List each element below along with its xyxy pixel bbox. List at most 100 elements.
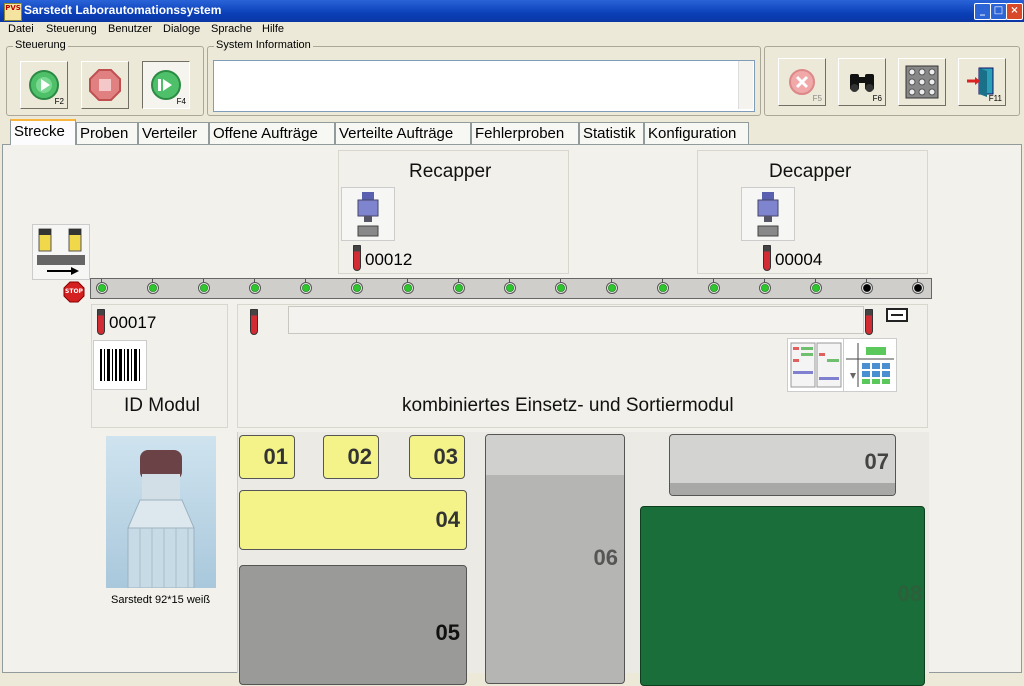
recapper-title: Recapper: [409, 161, 492, 182]
tube-photo: [106, 436, 216, 589]
rack-view-button[interactable]: [898, 58, 946, 106]
sysinfo-scrollbar[interactable]: [738, 61, 753, 109]
tab-strecke[interactable]: Strecke: [10, 119, 76, 145]
slot-06[interactable]: 06: [485, 434, 625, 684]
cancel-button[interactable]: F5: [778, 58, 826, 106]
cancel-key-label: F5: [812, 94, 822, 103]
conveyor-station-2[interactable]: [147, 282, 159, 294]
conveyor-station-3[interactable]: [198, 282, 210, 294]
menu-benutzer[interactable]: Benutzer: [108, 23, 152, 35]
start-key-label: F2: [54, 97, 64, 106]
slot-02[interactable]: 02: [323, 435, 379, 479]
tab-verteilte-auftraege[interactable]: Verteilte Aufträge: [335, 122, 471, 144]
start-button[interactable]: F2: [20, 61, 68, 109]
menu-bar: [0, 22, 1024, 38]
slot-07-label: 07: [864, 449, 889, 474]
sysinfo-textarea[interactable]: [213, 60, 755, 112]
sort-modul-gripper-icon[interactable]: [885, 307, 909, 323]
slot-05-label: 05: [435, 620, 460, 645]
stop-sign-text: STOP: [65, 288, 83, 295]
window-title: Sarstedt Laborautomationssystem: [24, 3, 222, 17]
barcode-reader[interactable]: [93, 340, 147, 390]
slot-05[interactable]: 05: [239, 565, 467, 685]
sort-modul-track: [288, 306, 864, 334]
tab-offene-auftraege[interactable]: Offene Aufträge: [209, 122, 335, 144]
stop-button[interactable]: [81, 61, 129, 109]
decapper-title: Decapper: [769, 161, 852, 182]
conveyor-station-1[interactable]: [96, 282, 108, 294]
menu-hilfe[interactable]: Hilfe: [262, 23, 284, 35]
menu-steuerung[interactable]: Steuerung: [46, 23, 97, 35]
tube-cap-image: [127, 450, 195, 589]
conveyor-station-16[interactable]: [861, 282, 873, 294]
conveyor-station-6[interactable]: [351, 282, 363, 294]
conveyor-station-10[interactable]: [555, 282, 567, 294]
id-modul-tube-icon: [97, 309, 105, 335]
search-key-label: F6: [872, 94, 882, 103]
conveyor-station-5[interactable]: [300, 282, 312, 294]
slot-03-label: 03: [433, 444, 458, 469]
sysinfo-label: System Information: [214, 39, 313, 51]
slot-01[interactable]: 01: [239, 435, 295, 479]
slot-04-label: 04: [435, 507, 460, 532]
conveyor-station-14[interactable]: [759, 282, 771, 294]
minimize-button[interactable]: _: [974, 3, 991, 20]
recapper-tube-icon: [353, 245, 361, 271]
slot-06-label: 06: [593, 545, 618, 570]
tab-fehlerproben[interactable]: Fehlerproben: [471, 122, 579, 144]
tab-proben[interactable]: Proben: [76, 122, 138, 144]
rack-grid-icon: [905, 65, 939, 99]
tab-verteiler[interactable]: Verteiler: [138, 122, 209, 144]
conveyor-station-9[interactable]: [504, 282, 516, 294]
sort-modul-tube-right: [865, 309, 873, 335]
stop-octagon-icon: [89, 69, 121, 101]
conveyor-station-17[interactable]: [912, 282, 924, 294]
exit-button[interactable]: F11: [958, 58, 1006, 106]
sort-list-icon[interactable]: [787, 338, 845, 392]
id-modul-title: ID Modul: [124, 395, 201, 416]
conveyor-station-15[interactable]: [810, 282, 822, 294]
menu-datei[interactable]: Datei: [8, 23, 34, 35]
conveyor-station-7[interactable]: [402, 282, 414, 294]
id-modul-tube-id: 00017: [109, 313, 157, 332]
slot-04[interactable]: 04: [239, 490, 467, 550]
decapper-station[interactable]: [741, 187, 795, 241]
recapper-tube-id: 00012: [365, 250, 413, 269]
maximize-button[interactable]: □: [990, 3, 1007, 20]
slot-07-fill: [670, 483, 895, 495]
slot-02-label: 02: [347, 444, 372, 469]
capper-icon: [357, 192, 379, 237]
recapper-station[interactable]: [341, 187, 395, 241]
tube-rack-icon: [37, 228, 85, 275]
slot-08[interactable]: 08: [640, 506, 925, 686]
menu-dialoge[interactable]: Dialoge: [163, 23, 200, 35]
conveyor-station-11[interactable]: [606, 282, 618, 294]
sort-modul-tube-left: [250, 309, 258, 335]
search-button[interactable]: F6: [838, 58, 886, 106]
tube-type-caption: Sarstedt 92*15 weiß: [111, 594, 211, 606]
slot-06-empty-part: [486, 435, 624, 475]
slot-01-label: 01: [263, 444, 288, 469]
decapper-icon: [757, 192, 779, 237]
slot-03[interactable]: 03: [409, 435, 465, 479]
sort-rack-icon[interactable]: [843, 338, 897, 392]
decapper-tube-id: 00004: [775, 250, 823, 269]
conveyor-station-8[interactable]: [453, 282, 465, 294]
stop-sign-icon[interactable]: STOP: [63, 281, 85, 303]
barcode-icon: [100, 349, 140, 381]
menu-sprache[interactable]: Sprache: [211, 23, 252, 35]
conveyor-station-4[interactable]: [249, 282, 261, 294]
slot-08-label: 08: [897, 581, 922, 606]
conveyor-station-13[interactable]: [708, 282, 720, 294]
close-button[interactable]: ×: [1006, 3, 1023, 20]
decapper-tube-icon: [763, 245, 771, 271]
slot-07[interactable]: 07: [669, 434, 896, 496]
steuerung-label: Steuerung: [13, 39, 68, 51]
tab-konfiguration[interactable]: Konfiguration: [644, 122, 749, 144]
step-button[interactable]: F4: [142, 61, 190, 109]
input-module[interactable]: [32, 224, 90, 280]
exit-key-label: F11: [988, 94, 1002, 103]
conveyor-station-12[interactable]: [657, 282, 669, 294]
tab-statistik[interactable]: Statistik: [579, 122, 644, 144]
app-icon: PVS: [4, 3, 22, 21]
